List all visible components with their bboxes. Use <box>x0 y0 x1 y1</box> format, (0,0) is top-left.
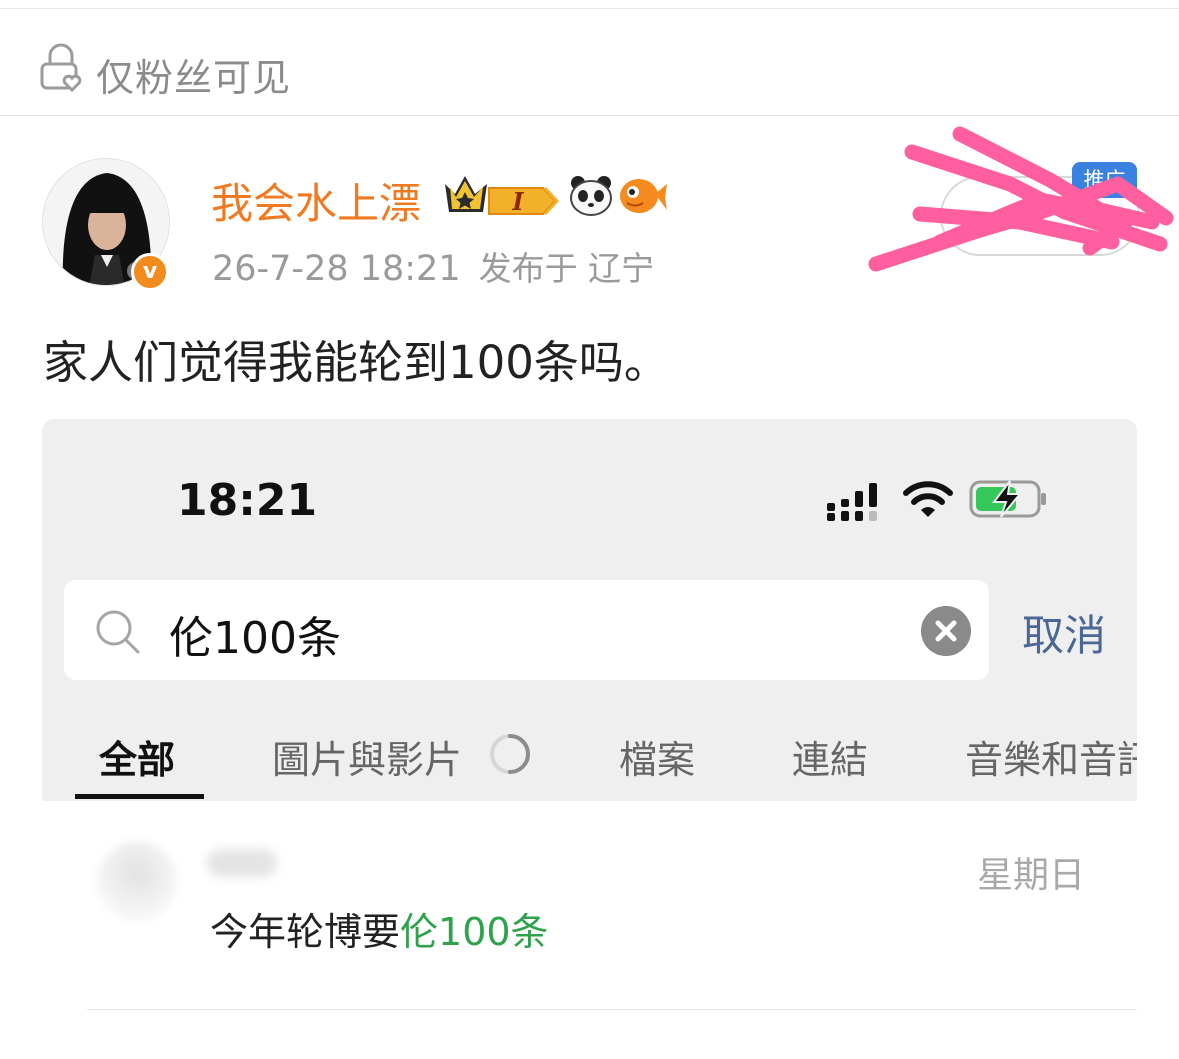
search-results: 星期日 今年轮博要伦100条 <box>42 801 1137 1019</box>
status-time: 18:21 <box>177 475 318 526</box>
battery-charging-icon <box>969 480 1046 518</box>
result-name-blurred <box>207 849 277 877</box>
result-date: 星期日 <box>977 855 1086 896</box>
post-meta: 26-7-28 18:21 发布于 辽宁 <box>212 242 654 290</box>
fish-icon <box>620 179 667 213</box>
snippet-prefix: 今年轮博要 <box>210 910 401 954</box>
post-timestamp: 26-7-28 18:21 <box>212 249 461 289</box>
tab-music-audio[interactable]: 音樂和音訊 <box>965 729 1137 784</box>
tab-all[interactable]: 全部 <box>99 729 175 784</box>
wifi-icon <box>903 481 953 517</box>
loading-spinner-icon <box>490 734 530 774</box>
signal-icon <box>827 483 877 521</box>
snippet-highlight: 伦100条 <box>400 910 549 954</box>
level-text: I <box>511 187 524 216</box>
user-badges: I <box>445 176 667 216</box>
redaction-scribble <box>868 126 1174 272</box>
crown-level-badge: I <box>445 176 560 216</box>
search-icon <box>96 610 140 654</box>
result-avatar <box>97 841 177 921</box>
cancel-button[interactable]: 取消 <box>1022 602 1106 663</box>
filter-tabs: 全部 圖片與影片 檔案 連結 音樂和音訊 <box>42 719 1137 801</box>
active-tab-indicator <box>75 794 204 799</box>
result-divider <box>87 1009 1137 1010</box>
visibility-label: 仅粉丝可见 <box>96 56 292 100</box>
search-input[interactable]: 伦100条 <box>169 602 341 666</box>
author-name[interactable]: 我会水上漂 <box>211 170 421 231</box>
clear-icon[interactable] <box>921 606 971 656</box>
post-text: 家人们觉得我能轮到100条吗。 <box>43 336 669 389</box>
verified-badge: v <box>131 253 169 291</box>
tab-photos-videos[interactable]: 圖片與影片 <box>272 729 462 784</box>
tab-files[interactable]: 檔案 <box>619 729 695 784</box>
status-bar: 18:21 <box>42 419 1137 559</box>
post-location: 发布于 辽宁 <box>478 249 655 288</box>
search-box[interactable]: 伦100条 <box>64 580 989 680</box>
lock-heart-icon <box>40 43 82 92</box>
tab-links[interactable]: 連結 <box>792 729 868 784</box>
panda-icon <box>570 176 612 216</box>
result-snippet: 今年轮博要伦100条 <box>210 901 549 956</box>
visibility-bar: 仅粉丝可见 <box>0 9 1179 116</box>
embedded-screenshot[interactable]: 18:21 伦100条 取消 全部 圖片與影片 檔案 連結 音樂和音訊 星期日 … <box>42 419 1137 1019</box>
